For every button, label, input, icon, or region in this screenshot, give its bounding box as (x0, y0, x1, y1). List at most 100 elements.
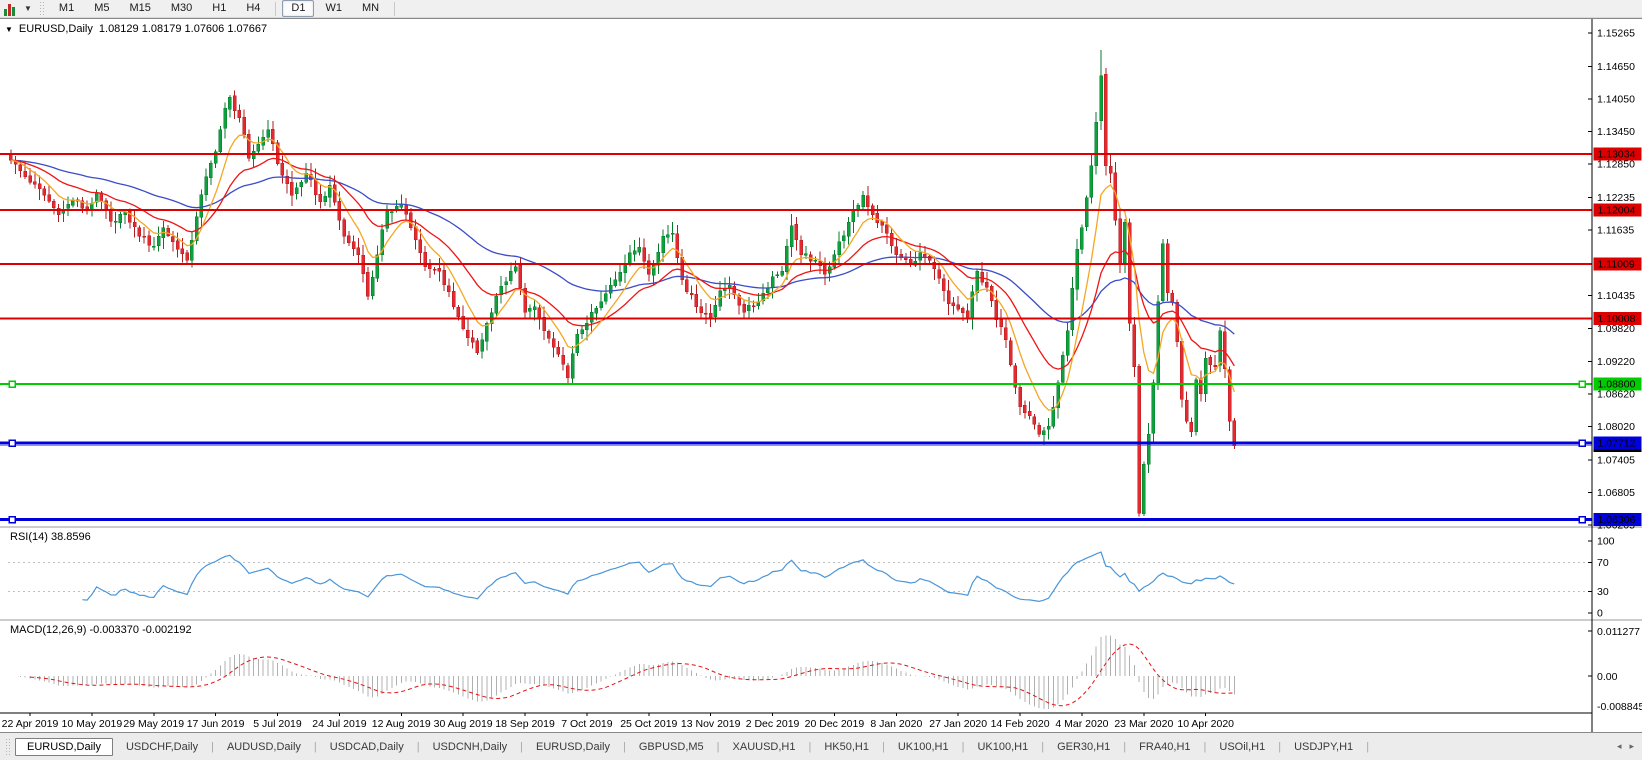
candle-body (200, 195, 203, 217)
macd-max-label: 0.011277 (1597, 626, 1640, 638)
candle-body (376, 255, 379, 279)
timeframe-button-h4[interactable]: H4 (237, 0, 269, 17)
candle-body (171, 237, 174, 242)
candle-body (243, 117, 246, 134)
candle-body (614, 280, 617, 286)
level-handle-icon[interactable] (9, 517, 15, 523)
time-tick-label: 2 Dec 2019 (746, 718, 800, 730)
chart-tab-usoil-h1[interactable]: USOil,H1 (1210, 738, 1274, 756)
time-tick-label: 10 Apr 2020 (1177, 718, 1234, 730)
candle-body (181, 249, 184, 254)
price-tick-label: 1.10435 (1597, 290, 1635, 302)
chart-tab-hk50-h1[interactable]: HK50,H1 (815, 738, 878, 756)
macd-min-label: -0.008845 (1597, 701, 1642, 713)
candle-body (995, 300, 998, 320)
candle-body (224, 108, 227, 128)
chart-tab-usdjpy-h1[interactable]: USDJPY,H1 (1285, 738, 1362, 756)
window-menu-icon[interactable]: ▼ (5, 25, 13, 34)
candle-body (961, 308, 964, 312)
timeframe-button-m5[interactable]: M5 (85, 0, 118, 17)
candle-body (966, 311, 969, 318)
candle-body (1095, 122, 1098, 165)
candle-body (533, 307, 536, 310)
level-handle-icon[interactable] (9, 440, 15, 446)
timeframe-button-mn[interactable]: MN (353, 0, 388, 17)
timeframe-button-m30[interactable]: M30 (162, 0, 201, 17)
time-tick-label: 17 Jun 2019 (187, 718, 245, 730)
time-tick-label: 27 Jan 2020 (929, 718, 987, 730)
candle-body (571, 354, 574, 378)
chart-tab-usdchf-daily[interactable]: USDCHF,Daily (117, 738, 207, 756)
candle-body (300, 182, 303, 186)
candle-body (1133, 325, 1136, 367)
toolbar-grip[interactable] (40, 2, 45, 16)
level-handle-icon[interactable] (1579, 381, 1585, 387)
candle-body (595, 308, 598, 313)
candle-body (714, 305, 717, 317)
candle-body (800, 240, 803, 255)
level-handle-icon[interactable] (1579, 440, 1585, 446)
candle-body (600, 302, 603, 308)
level-price-label: 1.06306 (1598, 514, 1636, 526)
price-chart-canvas[interactable]: 1.152651.146501.140501.134501.128501.122… (0, 19, 1642, 734)
timeframe-button-w1[interactable]: W1 (316, 0, 351, 17)
tab-scroll-left-icon[interactable]: ◂ (1617, 741, 1622, 752)
candle-body (371, 277, 374, 295)
tab-separator: | (314, 741, 317, 753)
timeframe-group: M1M5M15M30H1H4 D1W1MN (49, 0, 400, 17)
candle-body (1047, 426, 1050, 429)
candle-body (904, 258, 907, 259)
chart-tab-fra40-h1[interactable]: FRA40,H1 (1130, 738, 1199, 756)
candle-body (633, 251, 636, 254)
candle-body (357, 248, 360, 255)
price-tick-label: 1.06805 (1597, 487, 1635, 499)
candle-body (909, 259, 912, 263)
tab-separator: | (1204, 741, 1207, 753)
candle-body (676, 234, 679, 258)
time-tick-label: 8 Jan 2020 (870, 718, 922, 730)
chart-tab-audusd-daily[interactable]: AUDUSD,Daily (218, 738, 310, 756)
timeframe-button-m1[interactable]: M1 (50, 0, 83, 17)
price-tick-label: 1.07405 (1597, 454, 1635, 466)
level-price-label: 1.12004 (1598, 205, 1636, 217)
chart-tab-gbpusd-m5[interactable]: GBPUSD,M5 (630, 738, 713, 756)
tab-separator: | (417, 741, 420, 753)
timeframe-button-h1[interactable]: H1 (203, 0, 235, 17)
candle-body (976, 271, 979, 293)
candle-body (643, 248, 646, 261)
candle-body (1033, 417, 1036, 425)
level-handle-icon[interactable] (1579, 517, 1585, 523)
chart-tab-xauusd-h1[interactable]: XAUUSD,H1 (724, 738, 805, 756)
candle-body (428, 265, 431, 268)
chart-tab-ger30-h1[interactable]: GER30,H1 (1048, 738, 1119, 756)
rsi-line (82, 552, 1234, 601)
chart-tab-eurusd-daily[interactable]: EURUSD,Daily (527, 738, 619, 756)
chart-tab-uk100-h1[interactable]: UK100,H1 (968, 738, 1037, 756)
chart-tab-eurusd-daily[interactable]: EURUSD,Daily (15, 738, 113, 756)
candle-body (1152, 383, 1155, 433)
candle-body (842, 236, 845, 241)
candle-body (71, 201, 74, 206)
chevron-down-icon[interactable]: ▼ (24, 4, 32, 13)
tab-scroll-arrows: ◂ ▸ (1617, 741, 1638, 752)
chart-periods-icon[interactable] (2, 2, 24, 16)
candle-body (1171, 293, 1174, 302)
candle-body (238, 110, 241, 118)
chart-tab-uk100-h1[interactable]: UK100,H1 (889, 738, 958, 756)
candle-body (1199, 380, 1202, 394)
chart-tab-usdcad-daily[interactable]: USDCAD,Daily (321, 738, 413, 756)
timeframe-button-m15[interactable]: M15 (120, 0, 159, 17)
moving-average-fast (11, 135, 1234, 410)
tab-scroll-right-icon[interactable]: ▸ (1629, 741, 1634, 752)
candle-body (19, 165, 22, 171)
candle-body (1104, 74, 1107, 166)
chart-tab-usdcnh-daily[interactable]: USDCNH,Daily (424, 738, 517, 756)
candle-body (752, 306, 755, 307)
tabbar-grip[interactable] (6, 739, 11, 755)
price-tick-label: 1.11635 (1597, 225, 1634, 237)
level-handle-icon[interactable] (9, 381, 15, 387)
chart-tab-bar: EURUSD,DailyUSDCHF,Daily|AUDUSD,Daily|US… (0, 733, 1642, 760)
candle-body (895, 247, 898, 255)
timeframe-button-d1[interactable]: D1 (282, 0, 314, 17)
candle-body (923, 254, 926, 257)
